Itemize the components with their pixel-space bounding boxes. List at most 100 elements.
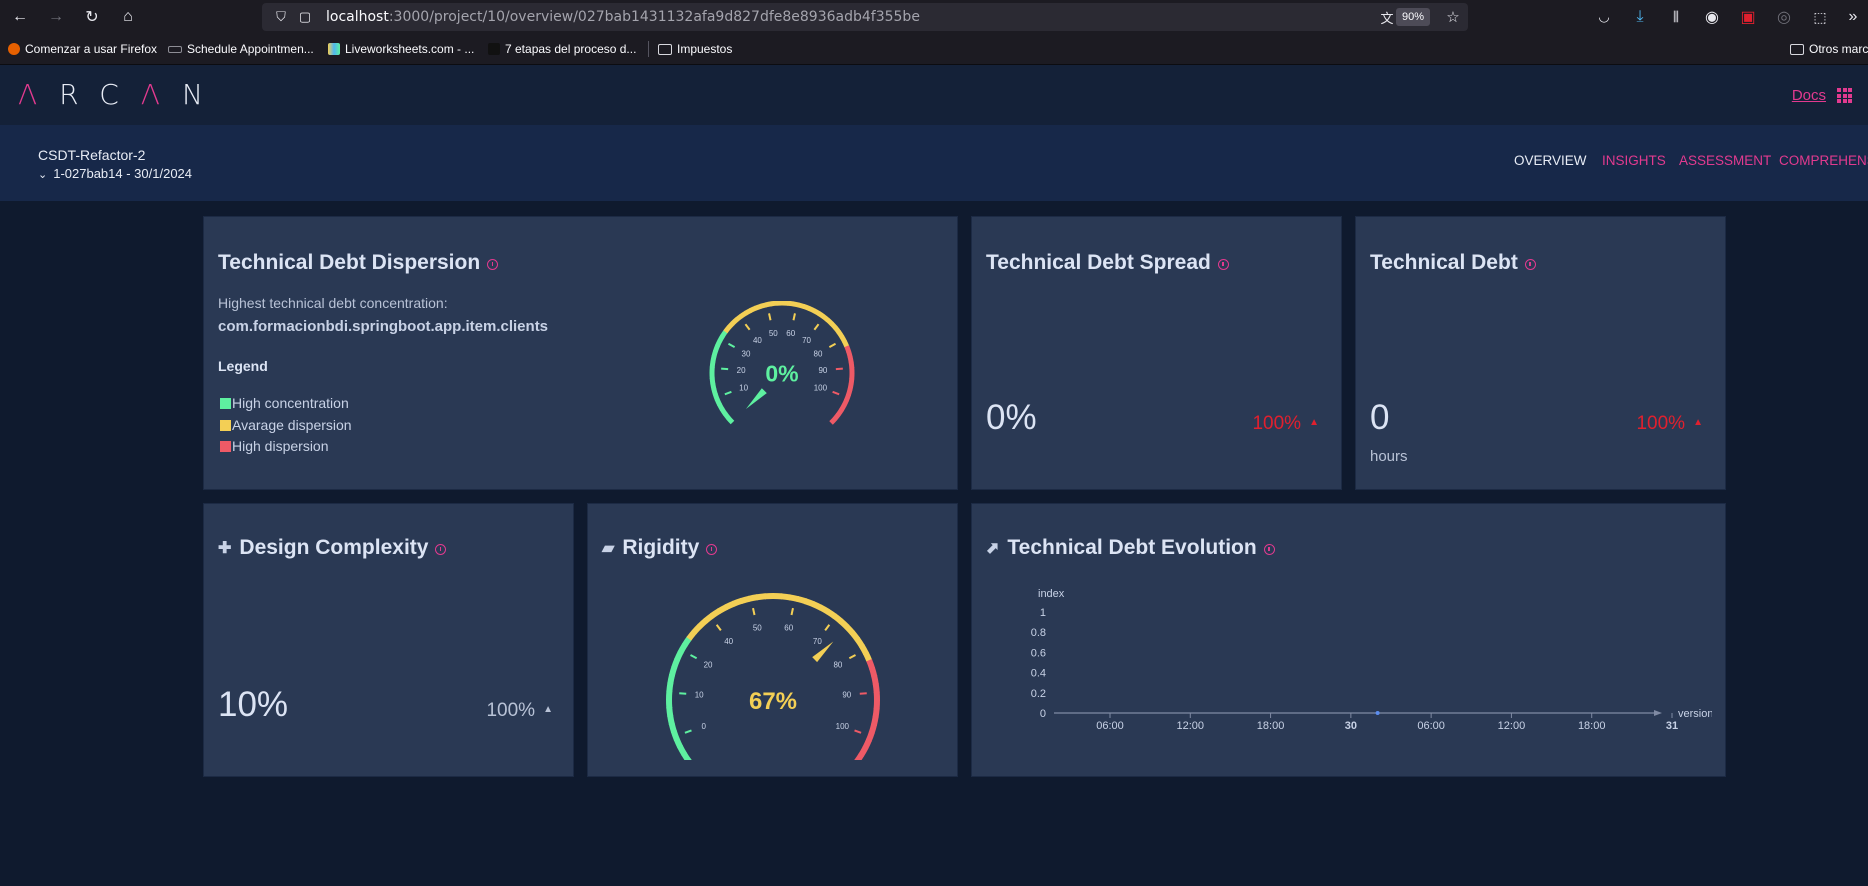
extension-icon[interactable]: ▣ [1737, 6, 1759, 28]
gauge-tick-label: 70 [802, 336, 811, 345]
tab-insights[interactable]: INSIGHTS [1602, 153, 1666, 168]
puzzle-icon: ✚ [218, 540, 232, 557]
tab-overview[interactable]: OVERVIEW [1514, 153, 1587, 168]
gauge-arc-segment [734, 313, 743, 322]
bookmark-item[interactable]: Schedule Appointmen... [168, 42, 314, 56]
gauge-arc-segment [686, 629, 697, 641]
gauge-value-label: 0% [765, 361, 798, 387]
gauge-tick-label: 0 [701, 722, 706, 731]
debt-unit: hours [1370, 448, 1408, 465]
url-bar[interactable]: ⛉ ▢ localhost:3000/project/10/overview/0… [262, 3, 1468, 31]
forward-icon[interactable]: → [45, 6, 67, 28]
star-icon[interactable]: ☆ [1442, 6, 1464, 28]
y-tick-label: 1 [1040, 607, 1046, 619]
link-icon [168, 45, 182, 53]
shield-icon[interactable]: ⛉ [270, 6, 292, 28]
gauge-arc-segment [838, 618, 850, 630]
gauge-arc-segment [681, 636, 692, 648]
gauge-tick [690, 654, 698, 660]
info-icon[interactable] [435, 543, 447, 555]
home-icon[interactable]: ⌂ [117, 6, 139, 28]
gauge-arc-segment [697, 617, 709, 629]
bookmarks-bar: Comenzar a usar Firefox Schedule Appoint… [0, 34, 1868, 65]
url-text[interactable]: localhost:3000/project/10/overview/027ba… [326, 9, 920, 25]
info-icon[interactable] [1524, 258, 1536, 270]
gauge-arc-segment [872, 683, 880, 694]
gauge-arc-segment [865, 731, 875, 742]
puzzle-icon[interactable]: ⬚ [1809, 6, 1831, 28]
gauge-tick-label: 20 [704, 661, 713, 670]
bookmark-item[interactable]: Comenzar a usar Firefox [8, 42, 157, 56]
gauge-arc-segment [825, 608, 837, 619]
reload-icon[interactable]: ↻ [81, 6, 103, 28]
info-icon[interactable] [1217, 258, 1229, 270]
bookmark-separator [648, 41, 649, 57]
gauge-tick [854, 729, 862, 734]
legend-item: High dispersion [220, 438, 329, 454]
gauge-arc-segment [670, 730, 680, 741]
bookmark-folder-other[interactable]: Otros marc [1790, 42, 1868, 56]
info-icon[interactable] [487, 258, 499, 270]
bookmark-site-icon [488, 43, 500, 55]
legend-title: Legend [218, 358, 268, 374]
apps-grid-icon[interactable] [1837, 88, 1852, 103]
gauge-arc-segment [714, 398, 722, 406]
page-info-icon[interactable]: ▢ [294, 6, 316, 28]
x-tick-label: 06:00 [1417, 720, 1445, 732]
y-tick-label: 0.4 [1031, 668, 1046, 680]
gauge-arc-segment [726, 321, 735, 330]
app-header: ΛRCΛN Docs [0, 65, 1868, 125]
folder-icon [1790, 43, 1804, 55]
gauge-tick-label: 10 [695, 691, 704, 700]
tab-comprehension[interactable]: COMPREHENSI [1779, 153, 1868, 168]
card-title: ▰ Rigidity [602, 536, 718, 560]
download-icon[interactable]: ⤓ [1629, 6, 1651, 28]
gauge-arc-segment [780, 593, 791, 601]
arcan-logo[interactable]: ΛRCΛN [18, 78, 225, 111]
pocket-icon[interactable]: ◡ [1593, 6, 1615, 28]
gauge-tick-label: 40 [724, 637, 733, 646]
gauge-arc-segment [818, 604, 830, 615]
card-title: Technical Debt [1370, 251, 1536, 275]
gauge-arc-segment [759, 302, 767, 309]
legend-item: Avarage dispersion [220, 417, 352, 433]
account-icon[interactable]: ◉ [1701, 6, 1723, 28]
gauge-arc-segment [724, 600, 736, 611]
gauge-arc-segment [849, 630, 861, 642]
legend-item: High concentration [220, 395, 349, 411]
spread-value: 0% [986, 398, 1037, 437]
gauge-arc-segment [829, 321, 838, 330]
gauge-arc-segment [715, 339, 723, 348]
info-icon[interactable] [706, 543, 718, 555]
docs-link[interactable]: Docs [1792, 87, 1826, 104]
bookmark-item[interactable]: Liveworksheets.com - ... [328, 42, 474, 56]
bookmark-item[interactable]: 7 etapas del proceso d... [488, 42, 636, 56]
y-axis-label: index [1038, 588, 1065, 600]
gauge-arc-segment [723, 325, 732, 334]
gauge-arc-segment [844, 345, 852, 353]
info-icon[interactable] [1263, 543, 1275, 555]
gauge-tick [813, 323, 820, 331]
gauge-arc-segment [739, 595, 751, 604]
gauge-value-label: 67% [749, 688, 797, 715]
eye-icon[interactable]: ◎ [1773, 6, 1795, 28]
legend-swatch [220, 397, 231, 409]
gauge-tick [848, 654, 856, 660]
overflow-icon[interactable]: » [1842, 6, 1864, 28]
card-debt-evolution: ⬈ Technical Debt Evolution index 0 0.2 0.4 0.… [971, 503, 1726, 777]
gauge-tick-label: 20 [737, 366, 746, 375]
version-selector[interactable]: ⌄ 1-027bab14 - 30/1/2024 [38, 166, 192, 181]
gauge-arc-segment [872, 707, 880, 718]
x-axis-label: version [1678, 708, 1712, 720]
complexity-trend: 100% ▲ [486, 700, 553, 721]
tab-assessment[interactable]: ASSESSMENT [1679, 153, 1771, 168]
bookmark-folder[interactable]: Impuestos [658, 42, 732, 56]
gauge-tick-label: 60 [784, 624, 793, 633]
back-icon[interactable]: ← [9, 6, 31, 28]
project-name: CSDT-Refactor-2 [38, 147, 146, 163]
translate-icon[interactable]: 文 [1376, 6, 1398, 28]
zoom-badge[interactable]: 90% [1395, 8, 1430, 26]
gauge-arc-segment [787, 301, 795, 307]
gauge-arc-segment [749, 305, 757, 313]
library-icon[interactable]: ⫼ [1665, 6, 1687, 28]
